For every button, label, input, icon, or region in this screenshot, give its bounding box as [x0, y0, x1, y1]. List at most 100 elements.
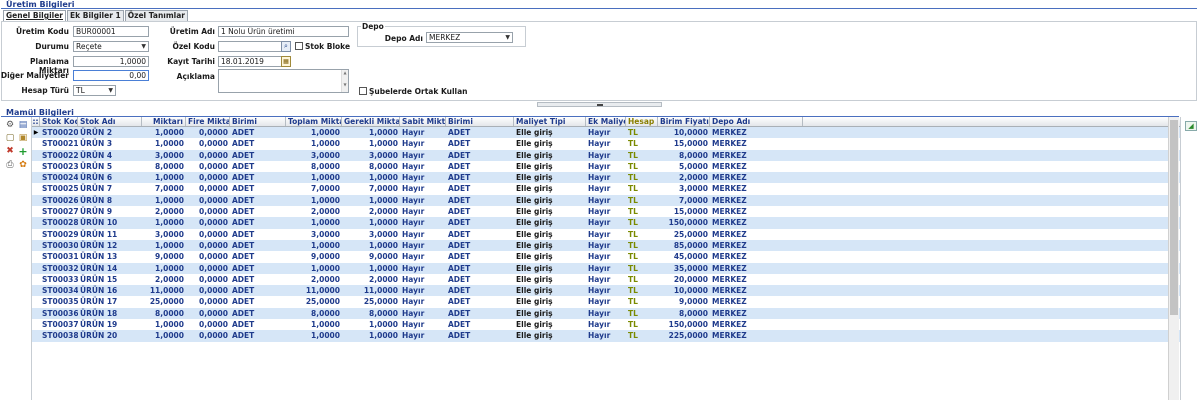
- grid-header-col-0[interactable]: Stok Kodu: [40, 117, 78, 126]
- table-cell[interactable]: Hayır: [400, 240, 446, 251]
- table-cell[interactable]: MERKEZ: [710, 240, 803, 251]
- table-row[interactable]: ST00033 ÜRÜN 15 2,0000 0,0000 ADET 2,0000 2,00…: [32, 273, 1181, 286]
- table-cell[interactable]: ADET: [446, 183, 514, 194]
- table-cell[interactable]: ADET: [446, 308, 514, 319]
- table-cell[interactable]: Elle giriş: [514, 127, 586, 138]
- table-cell[interactable]: Hayır: [400, 138, 446, 149]
- table-cell[interactable]: 8,0000: [342, 161, 400, 172]
- grid-header-col-10[interactable]: Ek Maliyet: [586, 117, 626, 126]
- table-cell[interactable]: ADET: [230, 195, 286, 206]
- table-cell[interactable]: ÜRÜN 10: [78, 217, 142, 228]
- kayit-tarihi-input[interactable]: 18.01.2019: [218, 56, 282, 67]
- table-cell[interactable]: Elle giriş: [514, 296, 586, 307]
- table-cell[interactable]: TL: [626, 274, 658, 285]
- table-cell[interactable]: 2,0000: [142, 206, 186, 217]
- table-cell[interactable]: 8,0000: [142, 161, 186, 172]
- table-cell[interactable]: ST00031: [40, 251, 78, 262]
- grid-header-col-3[interactable]: Fire Miktarı: [186, 117, 230, 126]
- table-cell[interactable]: 5,0000: [658, 161, 710, 172]
- table-cell[interactable]: ST00030: [40, 240, 78, 251]
- grid-header-col-12[interactable]: Birim Fiyatı: [658, 117, 710, 126]
- table-cell[interactable]: 0,0000: [186, 183, 230, 194]
- table-cell[interactable]: MERKEZ: [710, 195, 803, 206]
- table-cell[interactable]: ADET: [446, 319, 514, 330]
- scrollbar-thumb[interactable]: [1170, 120, 1178, 315]
- table-cell[interactable]: TL: [626, 308, 658, 319]
- table-cell[interactable]: ADET: [230, 217, 286, 228]
- table-cell[interactable]: 0,0000: [186, 195, 230, 206]
- table-cell[interactable]: TL: [626, 263, 658, 274]
- table-cell[interactable]: ÜRÜN 16: [78, 285, 142, 296]
- table-cell[interactable]: ST00033: [40, 274, 78, 285]
- table-cell[interactable]: 1,0000: [142, 217, 186, 228]
- table-cell[interactable]: ÜRÜN 17: [78, 296, 142, 307]
- table-cell[interactable]: ÜRÜN 6: [78, 172, 142, 183]
- table-cell[interactable]: ST00032: [40, 263, 78, 274]
- table-cell[interactable]: 0,0000: [186, 285, 230, 296]
- table-cell[interactable]: ADET: [230, 206, 286, 217]
- table-cell[interactable]: Elle giriş: [514, 161, 586, 172]
- table-cell[interactable]: Hayır: [400, 217, 446, 228]
- table-cell[interactable]: Elle giriş: [514, 263, 586, 274]
- durumu-select[interactable]: Reçete ▼: [73, 41, 149, 52]
- table-cell[interactable]: 150,0000: [658, 217, 710, 228]
- table-cell[interactable]: ÜRÜN 13: [78, 251, 142, 262]
- folder-icon[interactable]: ▣: [18, 133, 28, 143]
- table-cell[interactable]: 7,0000: [658, 195, 710, 206]
- hesap-turu-select[interactable]: TL ▼: [73, 85, 116, 96]
- table-cell[interactable]: 0,0000: [186, 138, 230, 149]
- table-cell[interactable]: MERKEZ: [710, 330, 803, 341]
- table-cell[interactable]: ADET: [230, 285, 286, 296]
- export-icon[interactable]: ✿: [18, 160, 28, 170]
- table-cell[interactable]: Elle giriş: [514, 319, 586, 330]
- table-row[interactable]: ST00022 ÜRÜN 4 3,0000 0,0000 ADET 3,0000 3,000…: [32, 149, 1181, 161]
- table-cell[interactable]: 1,0000: [342, 138, 400, 149]
- table-cell[interactable]: TL: [626, 229, 658, 240]
- table-cell[interactable]: 15,0000: [658, 206, 710, 217]
- table-cell[interactable]: ADET: [446, 285, 514, 296]
- grid-header-col-7[interactable]: Sabit Miktar: [400, 117, 446, 126]
- table-cell[interactable]: ADET: [230, 319, 286, 330]
- table-row[interactable]: ST00028 ÜRÜN 10 1,0000 0,0000 ADET 1,0000 1,00…: [32, 217, 1181, 229]
- table-cell[interactable]: 1,0000: [286, 127, 342, 138]
- table-cell[interactable]: ADET: [230, 150, 286, 161]
- table-cell[interactable]: TL: [626, 319, 658, 330]
- table-row[interactable]: ▶ ST00020 ÜRÜN 2 1,0000 0,0000 ADET 1,0000 1,00…: [32, 127, 1181, 139]
- table-cell[interactable]: 0,0000: [186, 127, 230, 138]
- table-cell[interactable]: 25,0000: [342, 296, 400, 307]
- table-cell[interactable]: 2,0000: [142, 274, 186, 285]
- table-cell[interactable]: ÜRÜN 5: [78, 161, 142, 172]
- table-cell[interactable]: 1,0000: [342, 240, 400, 251]
- table-cell[interactable]: ADET: [230, 138, 286, 149]
- table-cell[interactable]: ADET: [446, 251, 514, 262]
- table-cell[interactable]: Hayır: [400, 183, 446, 194]
- table-cell[interactable]: ST00026: [40, 195, 78, 206]
- table-cell[interactable]: 8,0000: [286, 308, 342, 319]
- table-cell[interactable]: 25,0000: [142, 296, 186, 307]
- table-cell[interactable]: 1,0000: [286, 240, 342, 251]
- table-cell[interactable]: ADET: [446, 195, 514, 206]
- table-cell[interactable]: MERKEZ: [710, 127, 803, 138]
- table-cell[interactable]: Elle giriş: [514, 285, 586, 296]
- table-cell[interactable]: ÜRÜN 2: [78, 127, 142, 138]
- table-row[interactable]: ST00026 ÜRÜN 8 1,0000 0,0000 ADET 1,0000 1,000…: [32, 194, 1181, 207]
- table-cell[interactable]: 0,0000: [186, 319, 230, 330]
- table-cell[interactable]: MERKEZ: [710, 229, 803, 240]
- table-cell[interactable]: Hayır: [586, 127, 626, 138]
- table-cell[interactable]: 45,0000: [658, 251, 710, 262]
- grid-header-col-13[interactable]: Depo Adı: [710, 117, 803, 126]
- table-row[interactable]: ST00038 ÜRÜN 20 1,0000 0,0000 ADET 1,0000 1,00…: [32, 330, 1181, 342]
- table-cell[interactable]: ST00036: [40, 308, 78, 319]
- table-cell[interactable]: 225,0000: [658, 330, 710, 341]
- table-cell[interactable]: ST00027: [40, 206, 78, 217]
- table-cell[interactable]: ADET: [446, 330, 514, 341]
- table-cell[interactable]: 0,0000: [186, 161, 230, 172]
- table-cell[interactable]: ST00022: [40, 150, 78, 161]
- diger-maliyetler-input[interactable]: 0,00: [73, 70, 149, 81]
- table-cell[interactable]: 1,0000: [142, 240, 186, 251]
- table-cell[interactable]: ADET: [230, 308, 286, 319]
- table-cell[interactable]: 1,0000: [142, 195, 186, 206]
- table-cell[interactable]: 1,0000: [286, 195, 342, 206]
- table-row[interactable]: ST00035 ÜRÜN 17 25,0000 0,0000 ADET 25,0000 25…: [32, 296, 1181, 308]
- table-cell[interactable]: Hayır: [400, 263, 446, 274]
